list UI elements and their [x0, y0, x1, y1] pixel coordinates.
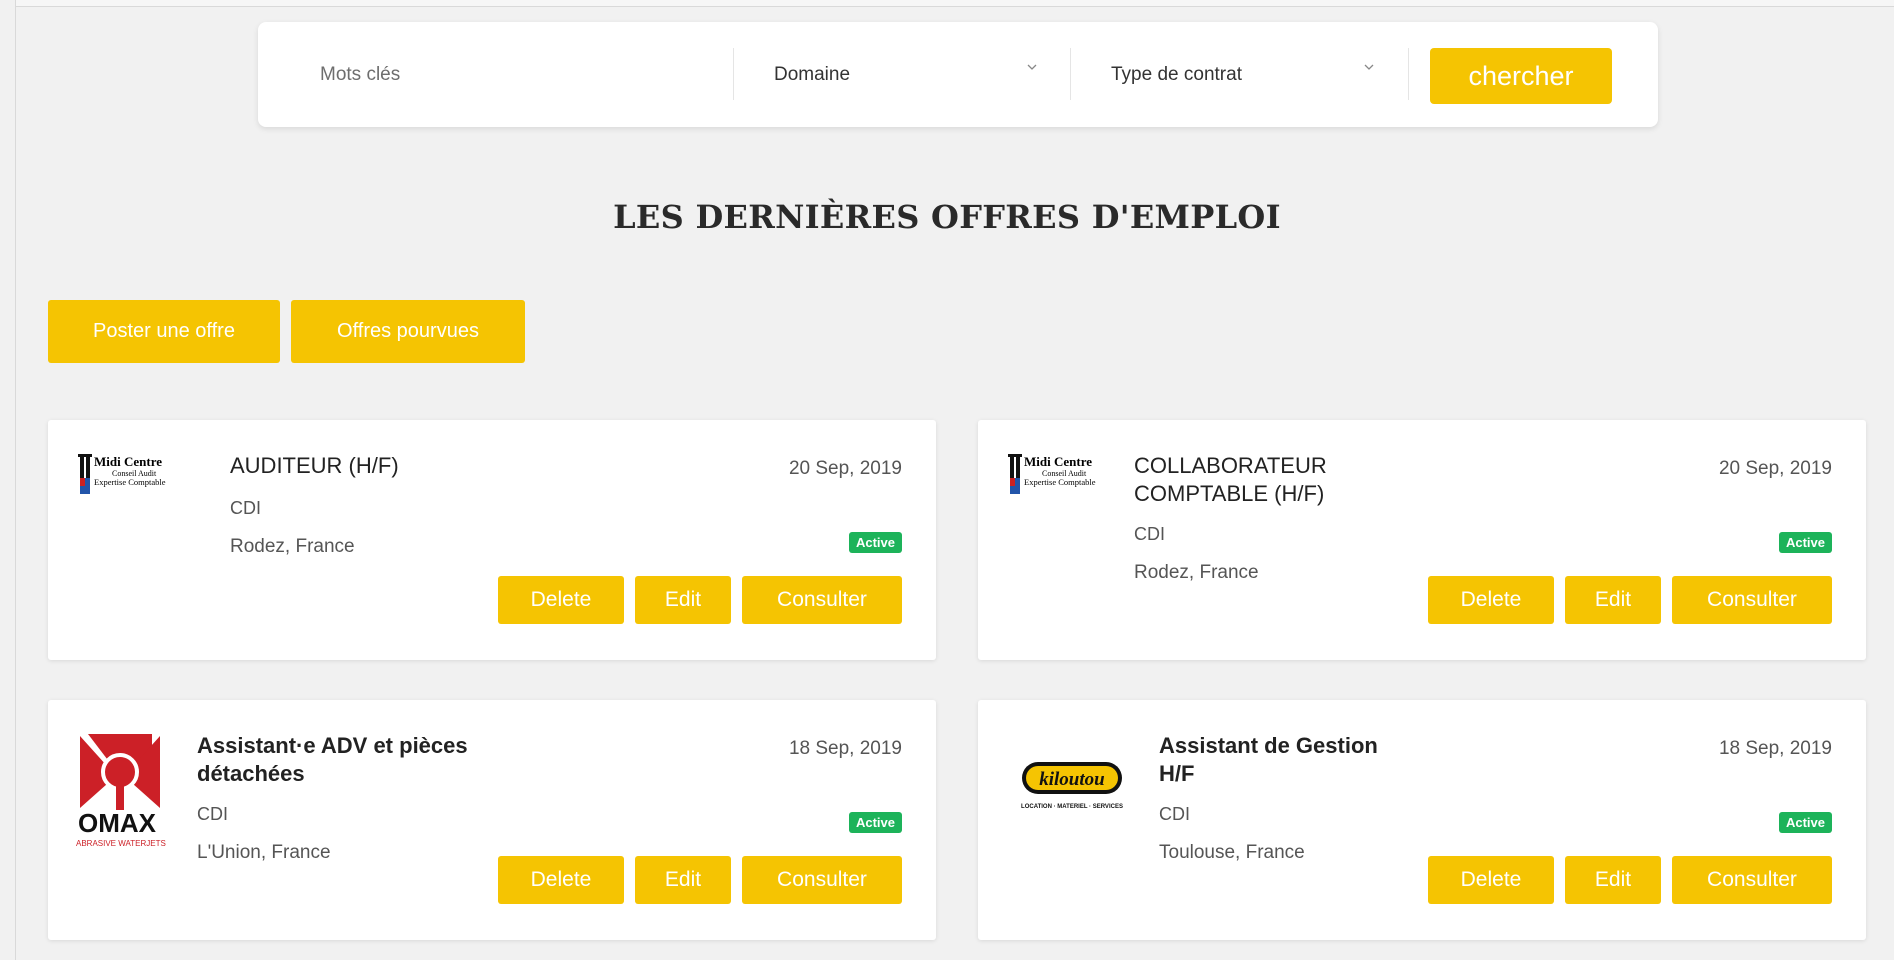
svg-text:ABRASIVE WATERJETS: ABRASIVE WATERJETS [76, 839, 166, 848]
left-border [15, 0, 16, 960]
edit-button[interactable]: Edit [635, 576, 731, 624]
job-title[interactable]: Assistant de Gestion H/F [1159, 732, 1419, 788]
status-badge: Active [1778, 532, 1832, 553]
consult-button[interactable]: Consulter [742, 576, 902, 624]
domain-label: Domaine [774, 63, 851, 85]
omax-logo: OMAX ABRASIVE WATERJETS [76, 734, 166, 848]
kiloutou-logo: kiloutou LOCATION · MATERIEL · SERVICES [1021, 762, 1123, 810]
job-location: Rodez, France [230, 536, 355, 557]
midi-centre-logo: Midi Centre Conseil Audit Expertise Comp… [1008, 454, 1096, 494]
job-location: L'Union, France [197, 842, 331, 863]
delete-button[interactable]: Delete [1428, 856, 1554, 904]
chevron-down-icon [1027, 64, 1037, 70]
keywords-placeholder: Mots clés [320, 63, 401, 85]
job-contract: CDI [1134, 524, 1165, 544]
job-date: 18 Sep, 2019 [788, 738, 902, 759]
contract-type-label: Type de contrat [1111, 63, 1242, 85]
status-badge: Active [848, 812, 902, 833]
edit-button[interactable]: Edit [1565, 856, 1661, 904]
delete-button[interactable]: Delete [498, 856, 624, 904]
job-contract: CDI [197, 804, 228, 824]
job-card: kiloutou LOCATION · MATERIEL · SERVICES … [978, 700, 1866, 940]
svg-text:Midi Centre: Midi Centre [1024, 454, 1092, 469]
svg-text:Expertise Comptable: Expertise Comptable [94, 477, 166, 487]
search-bar: Mots clés Domaine Type de contrat cherch… [258, 22, 1658, 127]
search-button[interactable]: chercher [1430, 48, 1612, 104]
post-offer-button[interactable]: Poster une offre [48, 300, 280, 363]
consult-button[interactable]: Consulter [742, 856, 902, 904]
svg-text:Expertise Comptable: Expertise Comptable [1024, 477, 1096, 487]
search-divider [1070, 48, 1071, 100]
status-badge: Active [848, 532, 902, 553]
status-badge: Active [1778, 812, 1832, 833]
delete-button[interactable]: Delete [1428, 576, 1554, 624]
job-title[interactable]: AUDITEUR (H/F) [230, 452, 399, 480]
svg-text:Midi Centre: Midi Centre [94, 454, 162, 469]
job-card: OMAX ABRASIVE WATERJETS Assistant·e ADV … [48, 700, 936, 940]
filled-offers-button[interactable]: Offres pourvues [291, 300, 525, 363]
svg-text:OMAX: OMAX [78, 808, 157, 838]
job-title[interactable]: COLLABORATEUR COMPTABLE (H/F) [1134, 452, 1374, 508]
job-date: 20 Sep, 2019 [788, 458, 902, 479]
consult-button[interactable]: Consulter [1672, 856, 1832, 904]
job-location: Rodez, France [1134, 562, 1259, 583]
search-divider [1408, 48, 1409, 100]
job-contract: CDI [230, 498, 261, 518]
page-title: LES DERNIÈRES OFFRES D'EMPLOI [613, 198, 1281, 236]
job-location: Toulouse, France [1159, 842, 1305, 863]
job-contract: CDI [1159, 804, 1190, 824]
midi-centre-logo: Midi Centre Conseil Audit Expertise Comp… [78, 454, 166, 494]
job-card: Midi Centre Conseil Audit Expertise Comp… [48, 420, 936, 660]
contract-type-select[interactable]: Type de contrat [1111, 22, 1451, 127]
delete-button[interactable]: Delete [498, 576, 624, 624]
consult-button[interactable]: Consulter [1672, 576, 1832, 624]
svg-text:kiloutou: kiloutou [1039, 769, 1104, 790]
job-date: 18 Sep, 2019 [1718, 738, 1832, 759]
chevron-down-icon [1364, 64, 1374, 70]
job-title[interactable]: Assistant·e ADV et pièces détachées [197, 732, 537, 788]
keywords-input[interactable]: Mots clés [320, 22, 720, 127]
job-date: 20 Sep, 2019 [1718, 458, 1832, 479]
top-border [16, 0, 1894, 7]
edit-button[interactable]: Edit [1565, 576, 1661, 624]
search-divider [733, 48, 734, 100]
svg-text:LOCATION · MATERIEL · SERVICES: LOCATION · MATERIEL · SERVICES [1021, 804, 1123, 810]
job-card: Midi Centre Conseil Audit Expertise Comp… [978, 420, 1866, 660]
domain-select[interactable]: Domaine [774, 22, 1114, 127]
edit-button[interactable]: Edit [635, 856, 731, 904]
